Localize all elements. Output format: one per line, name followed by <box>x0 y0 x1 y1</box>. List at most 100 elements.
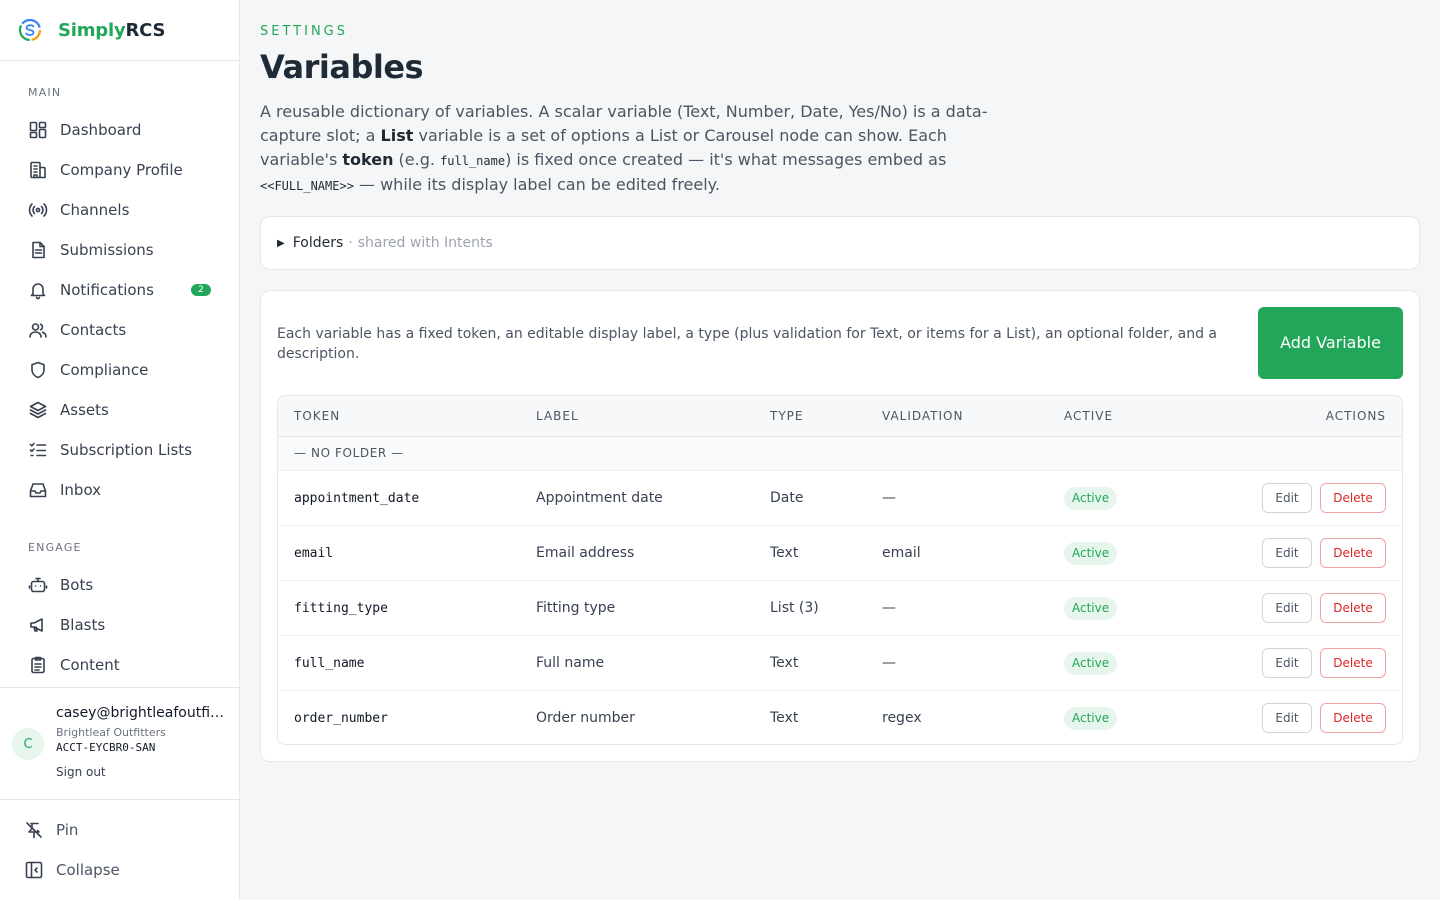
delete-button[interactable]: Delete <box>1320 703 1386 733</box>
sidebar-item-notifications[interactable]: Notifications 2 <box>0 270 239 310</box>
cell-label: Fitting type <box>536 600 616 616</box>
sidebar-item-content[interactable]: Content <box>0 645 239 685</box>
nav-section-engage-title: ENGAGE <box>28 541 82 554</box>
brand-name-rcs: RCS <box>125 19 166 41</box>
table-row[interactable]: order_number Order number Text regex Act… <box>278 690 1402 744</box>
folders-disclosure[interactable]: ▶ Folders · shared with Intents <box>260 216 1420 270</box>
variables-table: TOKEN LABEL TYPE VALIDATION ACTIVE ACTIO… <box>277 395 1403 745</box>
bot-icon <box>28 577 48 593</box>
page-eyebrow: SETTINGS <box>260 24 349 39</box>
sidebar-item-label: Dashboard <box>60 121 142 139</box>
status-badge: Active <box>1064 707 1118 730</box>
brand-name: SimplyRCS <box>58 20 165 41</box>
desc-text: (e.g. <box>393 150 441 169</box>
cell-label: Order number <box>536 710 635 726</box>
pin-off-icon <box>26 822 42 839</box>
desc-bold-list: List <box>380 126 414 145</box>
sidebar-item-compliance[interactable]: Compliance <box>0 350 239 390</box>
brand-name-simply: Simply <box>58 19 126 41</box>
table-row[interactable]: fitting_type Fitting type List (3) — Act… <box>278 580 1402 635</box>
delete-button[interactable]: Delete <box>1320 648 1386 678</box>
column-header-validation[interactable]: VALIDATION <box>882 396 963 437</box>
sidebar-item-contacts[interactable]: Contacts <box>0 310 239 350</box>
megaphone-icon <box>30 618 43 632</box>
pin-sidebar-button[interactable]: Pin <box>0 810 239 850</box>
sidebar-item-blasts[interactable]: Blasts <box>0 605 239 645</box>
cell-validation: — <box>882 490 896 506</box>
cell-label: Appointment date <box>536 490 663 506</box>
cell-token: order_number <box>294 711 388 726</box>
sidebar-item-label: Inbox <box>60 481 102 499</box>
table-header: TOKEN LABEL TYPE VALIDATION ACTIVE ACTIO… <box>278 396 1402 437</box>
user-email: casey@brightleafoutfitters.com <box>56 705 226 721</box>
sidebar-collapse-icon <box>25 861 43 879</box>
sidebar-item-label: Bots <box>60 576 94 594</box>
desc-text: — while its display label can be edited … <box>353 175 720 194</box>
folders-label: Folders <box>292 235 344 251</box>
shield-icon <box>31 361 45 379</box>
status-badge: Active <box>1064 597 1118 620</box>
edit-button[interactable]: Edit <box>1262 648 1312 678</box>
cell-validation: — <box>882 600 896 616</box>
bell-icon <box>30 283 46 300</box>
delete-button[interactable]: Delete <box>1320 538 1386 568</box>
broadcast-icon <box>28 203 48 217</box>
brand-header: SimplyRCS <box>0 0 239 61</box>
inbox-icon <box>29 483 47 498</box>
folders-separator: · <box>348 235 353 251</box>
edit-button[interactable]: Edit <box>1262 538 1312 568</box>
avatar[interactable]: C <box>12 728 44 760</box>
simplyrcs-logo-icon <box>18 18 42 42</box>
column-header-active[interactable]: ACTIVE <box>1064 396 1113 437</box>
cell-token: appointment_date <box>294 491 420 506</box>
folder-group-label: — NO FOLDER — <box>294 446 404 460</box>
sidebar-item-label: Company Profile <box>60 161 183 179</box>
table-row[interactable]: appointment_date Appointment date Date —… <box>278 470 1402 525</box>
sign-out-link[interactable]: Sign out <box>56 765 106 779</box>
table-row[interactable]: full_name Full name Text — Active Edit D… <box>278 635 1402 690</box>
sidebar-item-label: Submissions <box>60 241 154 259</box>
status-badge: Active <box>1064 542 1118 565</box>
cell-label: Email address <box>536 545 635 561</box>
page-title: Variables <box>260 48 424 86</box>
sidebar-item-label: Channels <box>60 201 130 219</box>
collapse-sidebar-button[interactable]: Collapse <box>0 850 239 890</box>
cell-type: Text <box>770 710 799 726</box>
sidebar-item-bots[interactable]: Bots <box>0 565 239 605</box>
column-header-type[interactable]: TYPE <box>770 396 803 437</box>
edit-button[interactable]: Edit <box>1262 703 1312 733</box>
sidebar-item-label: Assets <box>60 401 109 419</box>
nav-engage: Bots Blasts Content <box>0 565 239 685</box>
desc-code-example-token: full_name <box>440 154 506 168</box>
sidebar-item-label: Notifications <box>60 281 154 299</box>
clipboard-icon <box>31 656 45 674</box>
cell-validation: — <box>882 655 896 671</box>
user-company: Brightleaf Outfitters <box>56 726 166 739</box>
sidebar-item-submissions[interactable]: Submissions <box>0 230 239 270</box>
sidebar-item-channels[interactable]: Channels <box>0 190 239 230</box>
edit-button[interactable]: Edit <box>1262 483 1312 513</box>
building-icon <box>30 161 46 179</box>
cell-type: List (3) <box>770 600 819 616</box>
variables-card: Each variable has a fixed token, an edit… <box>260 290 1420 762</box>
column-header-label[interactable]: LABEL <box>536 396 579 437</box>
cell-validation: regex <box>882 710 922 726</box>
sidebar-item-inbox[interactable]: Inbox <box>0 470 239 510</box>
folder-group-row: — NO FOLDER — <box>278 437 1402 470</box>
sidebar-item-assets[interactable]: Assets <box>0 390 239 430</box>
users-icon <box>29 323 47 338</box>
status-badge: Active <box>1064 487 1118 510</box>
sidebar-item-company-profile[interactable]: Company Profile <box>0 150 239 190</box>
sidebar-item-dashboard[interactable]: Dashboard <box>0 110 239 150</box>
document-icon <box>32 241 45 259</box>
column-header-token[interactable]: TOKEN <box>294 396 340 437</box>
sidebar-item-label: Blasts <box>60 616 106 634</box>
nav-main: Dashboard Company Profile Channels Submi… <box>0 110 239 510</box>
table-row[interactable]: email Email address Text email Active Ed… <box>278 525 1402 580</box>
add-variable-button[interactable]: Add Variable <box>1258 307 1403 379</box>
edit-button[interactable]: Edit <box>1262 593 1312 623</box>
sidebar-item-subscription-lists[interactable]: Subscription Lists <box>0 430 239 470</box>
delete-button[interactable]: Delete <box>1320 593 1386 623</box>
delete-button[interactable]: Delete <box>1320 483 1386 513</box>
cell-type: Text <box>770 545 799 561</box>
